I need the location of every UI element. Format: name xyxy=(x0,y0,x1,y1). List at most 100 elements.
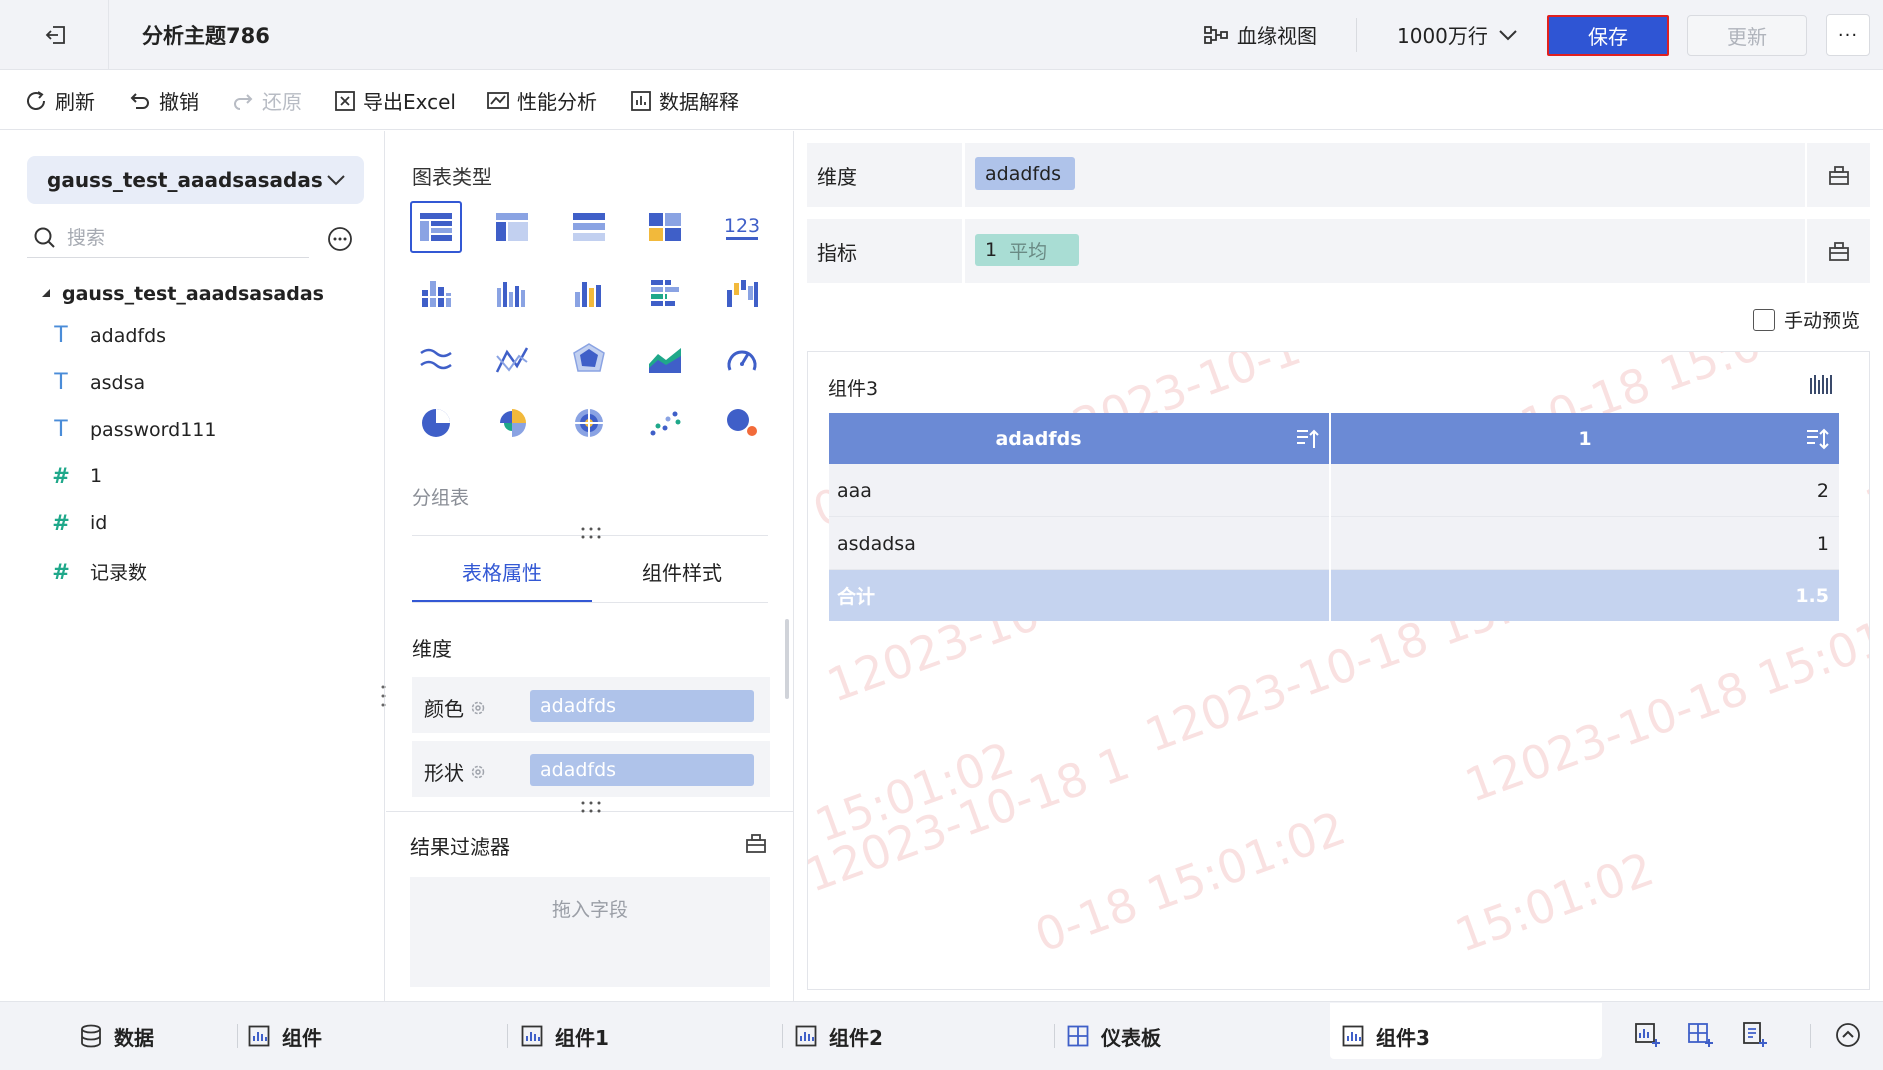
chart-type-detail-table[interactable] xyxy=(563,201,615,253)
tab-table-properties[interactable]: 表格属性 xyxy=(412,557,592,586)
chart-type-bar[interactable] xyxy=(486,267,538,319)
measure-shelf-settings-button[interactable] xyxy=(1807,219,1870,283)
chart-type-bubble[interactable] xyxy=(716,397,768,449)
row-limit-select[interactable]: 1000万行 xyxy=(1397,20,1518,49)
chart-type-radar[interactable] xyxy=(563,333,615,385)
section-resize-handle[interactable] xyxy=(576,799,606,815)
undo-button[interactable]: 撤销 xyxy=(128,86,199,115)
table-total-row: 合计 1.5 xyxy=(829,570,1839,621)
filter-settings-icon[interactable] xyxy=(744,831,768,855)
field-item[interactable]: T asdsa xyxy=(50,370,145,395)
color-property-label: 颜色 xyxy=(424,693,486,722)
watermark: 12023-10-18 1 xyxy=(807,735,1137,903)
shape-field-chip[interactable]: adadfds xyxy=(530,754,754,786)
component-menu-button[interactable] xyxy=(1808,372,1834,398)
more-options-button[interactable]: ··· xyxy=(1826,14,1870,56)
add-report-button[interactable] xyxy=(1738,1018,1772,1052)
performance-analysis-button[interactable]: 性能分析 xyxy=(486,86,597,115)
checkbox-box[interactable] xyxy=(1753,308,1775,331)
chart-type-multi-line[interactable] xyxy=(486,333,538,385)
chart-type-waterfall[interactable] xyxy=(716,267,768,319)
watermark: 15:01:02 xyxy=(1448,841,1661,963)
datasource-select[interactable]: gauss_test_aaadsasadas xyxy=(27,156,364,204)
tab-dashboard[interactable]: 仪表板 xyxy=(1067,1016,1161,1056)
undo-icon xyxy=(130,92,149,109)
sort-toggle-icon[interactable] xyxy=(1804,426,1830,452)
tab-data[interactable]: 数据 xyxy=(80,1016,154,1056)
total-label-cell: 合计 xyxy=(837,586,876,608)
exit-button[interactable] xyxy=(36,18,76,52)
field-item[interactable]: # 记录数 xyxy=(50,558,147,585)
chart-type-kpi[interactable]: 123 xyxy=(716,201,768,253)
rose-chart-icon xyxy=(500,409,526,437)
result-filter-heading: 结果过滤器 xyxy=(410,835,510,859)
measure-drop-zone[interactable]: 1 平均 xyxy=(965,219,1805,283)
collapse-tabs-button[interactable] xyxy=(1831,1018,1865,1052)
field-item[interactable]: T password111 xyxy=(50,417,216,442)
measure-field-chip[interactable]: 1 平均 xyxy=(975,234,1079,266)
add-dashboard-button[interactable] xyxy=(1684,1018,1718,1052)
settings-icon[interactable] xyxy=(470,700,486,716)
chart-type-pie[interactable] xyxy=(410,397,462,449)
export-excel-button[interactable]: 导出Excel xyxy=(334,86,456,115)
dimension-field-chip[interactable]: adadfds xyxy=(975,157,1076,190)
row-limit-value: 1000万行 xyxy=(1397,24,1488,48)
divider xyxy=(412,602,768,603)
chart-type-horizontal-bar[interactable] xyxy=(639,267,691,319)
tab-component[interactable]: 组件 xyxy=(248,1016,322,1056)
redo-button[interactable]: 还原 xyxy=(231,86,302,115)
dimension-shelf-settings-button[interactable] xyxy=(1807,143,1870,207)
tab-component-style[interactable]: 组件样式 xyxy=(592,557,772,586)
lineage-view-button[interactable]: 血缘视图 xyxy=(1203,20,1317,49)
chart-type-rose[interactable] xyxy=(486,397,538,449)
chart-tab-icon xyxy=(248,1025,270,1047)
number-type-icon: # xyxy=(52,464,70,488)
add-dashboard-icon xyxy=(1688,1023,1713,1047)
chart-type-grouped-bar[interactable] xyxy=(410,267,462,319)
chart-type-area[interactable] xyxy=(639,333,691,385)
field-item[interactable]: T adadfds xyxy=(50,323,166,348)
watermark: 15:01:02 xyxy=(808,731,1021,853)
top-bar: 分析主题786 血缘视图 1000万行 保存 更新 ··· xyxy=(0,0,1883,70)
field-more-button[interactable] xyxy=(326,225,354,253)
scrollbar[interactable] xyxy=(785,619,789,699)
save-button[interactable]: 保存 xyxy=(1547,15,1669,56)
update-button[interactable]: 更新 xyxy=(1687,15,1807,56)
line-chart-icon xyxy=(420,348,452,370)
tree-root-table[interactable]: gauss_test_aaadsasadas xyxy=(40,283,324,305)
field-name: asdsa xyxy=(90,371,146,394)
tab-component-2[interactable]: 组件2 xyxy=(795,1016,883,1056)
settings-icon[interactable] xyxy=(470,764,486,780)
manual-preview-checkbox[interactable]: 手动预览 xyxy=(1753,306,1860,333)
chart-type-pivot-table[interactable] xyxy=(486,201,538,253)
undo-label: 撤销 xyxy=(159,90,199,114)
section-resize-handle[interactable] xyxy=(576,525,606,541)
chart-type-scatter[interactable] xyxy=(639,397,691,449)
dimension-drop-zone[interactable]: adadfds xyxy=(965,143,1805,207)
chart-type-group-table[interactable] xyxy=(410,201,462,253)
text-type-icon: T xyxy=(54,417,68,442)
chart-type-line[interactable] xyxy=(410,333,462,385)
sort-ascending-icon[interactable] xyxy=(1294,426,1320,452)
add-component-button[interactable] xyxy=(1631,1018,1665,1052)
chart-type-sunburst[interactable] xyxy=(563,397,615,449)
data-explain-button[interactable]: 数据解释 xyxy=(630,86,739,115)
field-item[interactable]: # id xyxy=(50,511,107,535)
component-title: 组件3 xyxy=(828,378,879,400)
field-item[interactable]: # 1 xyxy=(50,464,102,488)
search-input[interactable] xyxy=(67,226,287,249)
tab-component-1[interactable]: 组件1 xyxy=(521,1016,609,1056)
divider xyxy=(108,0,109,70)
chart-type-treemap[interactable] xyxy=(639,201,691,253)
refresh-button[interactable]: 刷新 xyxy=(24,86,95,115)
chart-type-gauge[interactable] xyxy=(716,333,768,385)
tab-component-3[interactable]: 组件3 xyxy=(1342,1016,1430,1056)
waterfall-icon xyxy=(727,280,758,307)
watermark: 1 xyxy=(1858,471,1870,533)
redo-label: 还原 xyxy=(262,90,302,114)
color-field-chip[interactable]: adadfds xyxy=(530,690,754,722)
pie-chart-icon xyxy=(422,409,450,437)
filter-drop-zone[interactable]: 拖入字段 xyxy=(410,877,770,987)
chart-type-column[interactable] xyxy=(563,267,615,319)
chevron-up-circle-icon xyxy=(1836,1023,1860,1047)
